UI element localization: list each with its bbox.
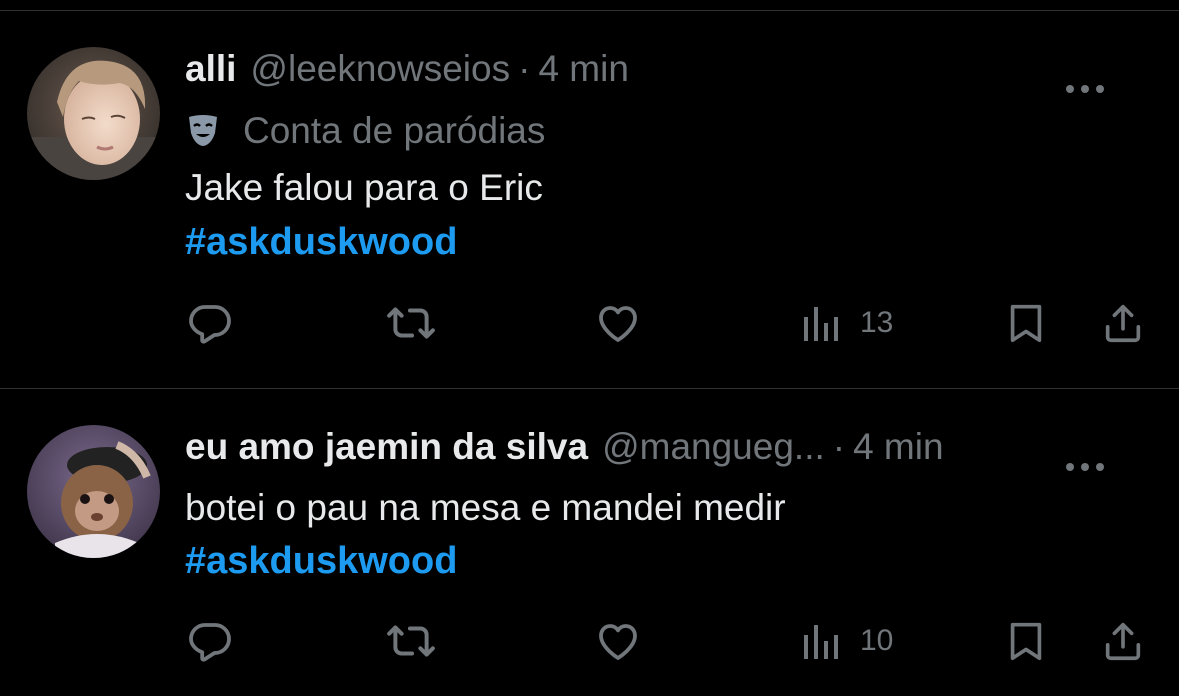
retweet-icon bbox=[386, 616, 436, 666]
separator-dot: · bbox=[832, 426, 846, 467]
views-count: 10 bbox=[860, 624, 894, 657]
more-options-icon[interactable] bbox=[1063, 440, 1107, 471]
tweet[interactable]: alli @leeknowseios · 4 min Conta de paró… bbox=[0, 11, 1179, 388]
hashtag-link[interactable]: #askduskwood bbox=[185, 221, 457, 264]
tweet-text: Jake falou para o Eric bbox=[185, 167, 543, 208]
like-button[interactable] bbox=[594, 293, 642, 353]
tweet-actions: 10 bbox=[0, 611, 1179, 671]
heart-icon bbox=[594, 617, 642, 665]
parody-label-text: Conta de paródias bbox=[243, 110, 546, 151]
timestamp[interactable]: 4 min bbox=[538, 47, 628, 91]
tweet-header: alli @leeknowseios · 4 min bbox=[185, 47, 1139, 93]
views-button[interactable]: 13 bbox=[802, 293, 893, 353]
bookmark-icon bbox=[1003, 300, 1049, 346]
tweet-header: eu amo jaemin da silva @mangueg... · 4 m… bbox=[185, 425, 1139, 471]
views-chart-icon bbox=[802, 623, 842, 659]
heart-icon bbox=[594, 299, 642, 347]
like-button[interactable] bbox=[594, 611, 642, 671]
display-name[interactable]: alli bbox=[185, 47, 236, 91]
user-handle[interactable]: @leeknowseios bbox=[250, 47, 510, 91]
tweet-text: botei o pau na mesa e mandei medir bbox=[185, 487, 786, 528]
avatar[interactable] bbox=[27, 425, 160, 558]
theater-mask-icon bbox=[185, 113, 221, 149]
separator-dot: · bbox=[518, 48, 531, 89]
share-button[interactable] bbox=[1100, 293, 1146, 353]
avatar[interactable] bbox=[27, 47, 160, 180]
bookmark-button[interactable] bbox=[1003, 293, 1049, 353]
retweet-button[interactable] bbox=[386, 293, 436, 353]
tweet-actions: 13 bbox=[0, 293, 1179, 353]
reply-button[interactable] bbox=[186, 293, 234, 353]
bookmark-button[interactable] bbox=[1003, 611, 1049, 671]
user-handle[interactable]: @mangueg... bbox=[602, 425, 825, 469]
share-button[interactable] bbox=[1100, 611, 1146, 671]
reply-icon bbox=[186, 299, 234, 347]
retweet-button[interactable] bbox=[386, 611, 436, 671]
hashtag-link[interactable]: #askduskwood bbox=[185, 540, 457, 583]
share-icon bbox=[1100, 618, 1146, 664]
retweet-icon bbox=[386, 298, 436, 348]
views-chart-icon bbox=[802, 305, 842, 341]
reply-button[interactable] bbox=[186, 611, 234, 671]
timestamp[interactable]: 4 min bbox=[853, 425, 943, 469]
reply-icon bbox=[186, 617, 234, 665]
more-options-icon[interactable] bbox=[1063, 62, 1107, 93]
views-count: 13 bbox=[860, 306, 894, 339]
display-name[interactable]: eu amo jaemin da silva bbox=[185, 425, 588, 469]
share-icon bbox=[1100, 300, 1146, 346]
bookmark-icon bbox=[1003, 618, 1049, 664]
tweet[interactable]: eu amo jaemin da silva @mangueg... · 4 m… bbox=[0, 389, 1179, 696]
views-button[interactable]: 10 bbox=[802, 611, 893, 671]
parody-account-label: Conta de paródias bbox=[185, 109, 545, 153]
